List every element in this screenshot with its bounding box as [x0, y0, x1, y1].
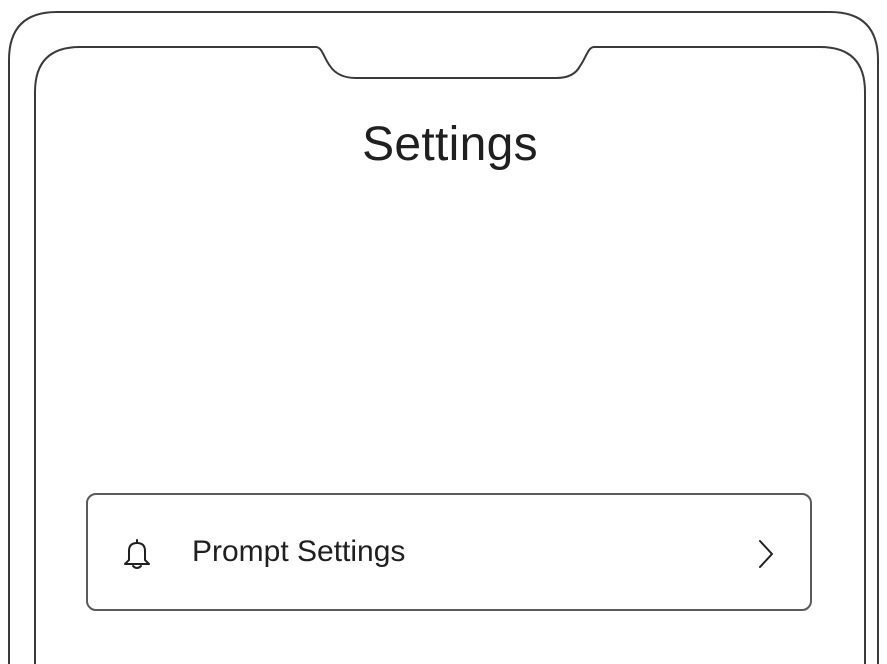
prompt-settings-label: Prompt Settings: [192, 535, 406, 568]
bell-icon: [124, 539, 150, 569]
page-title: Settings: [362, 118, 538, 171]
prompt-settings-row[interactable]: Prompt Settings: [86, 493, 812, 611]
chevron-right-icon: [759, 540, 773, 568]
settings-screen: Settings Prompt Settings: [35, 47, 865, 664]
